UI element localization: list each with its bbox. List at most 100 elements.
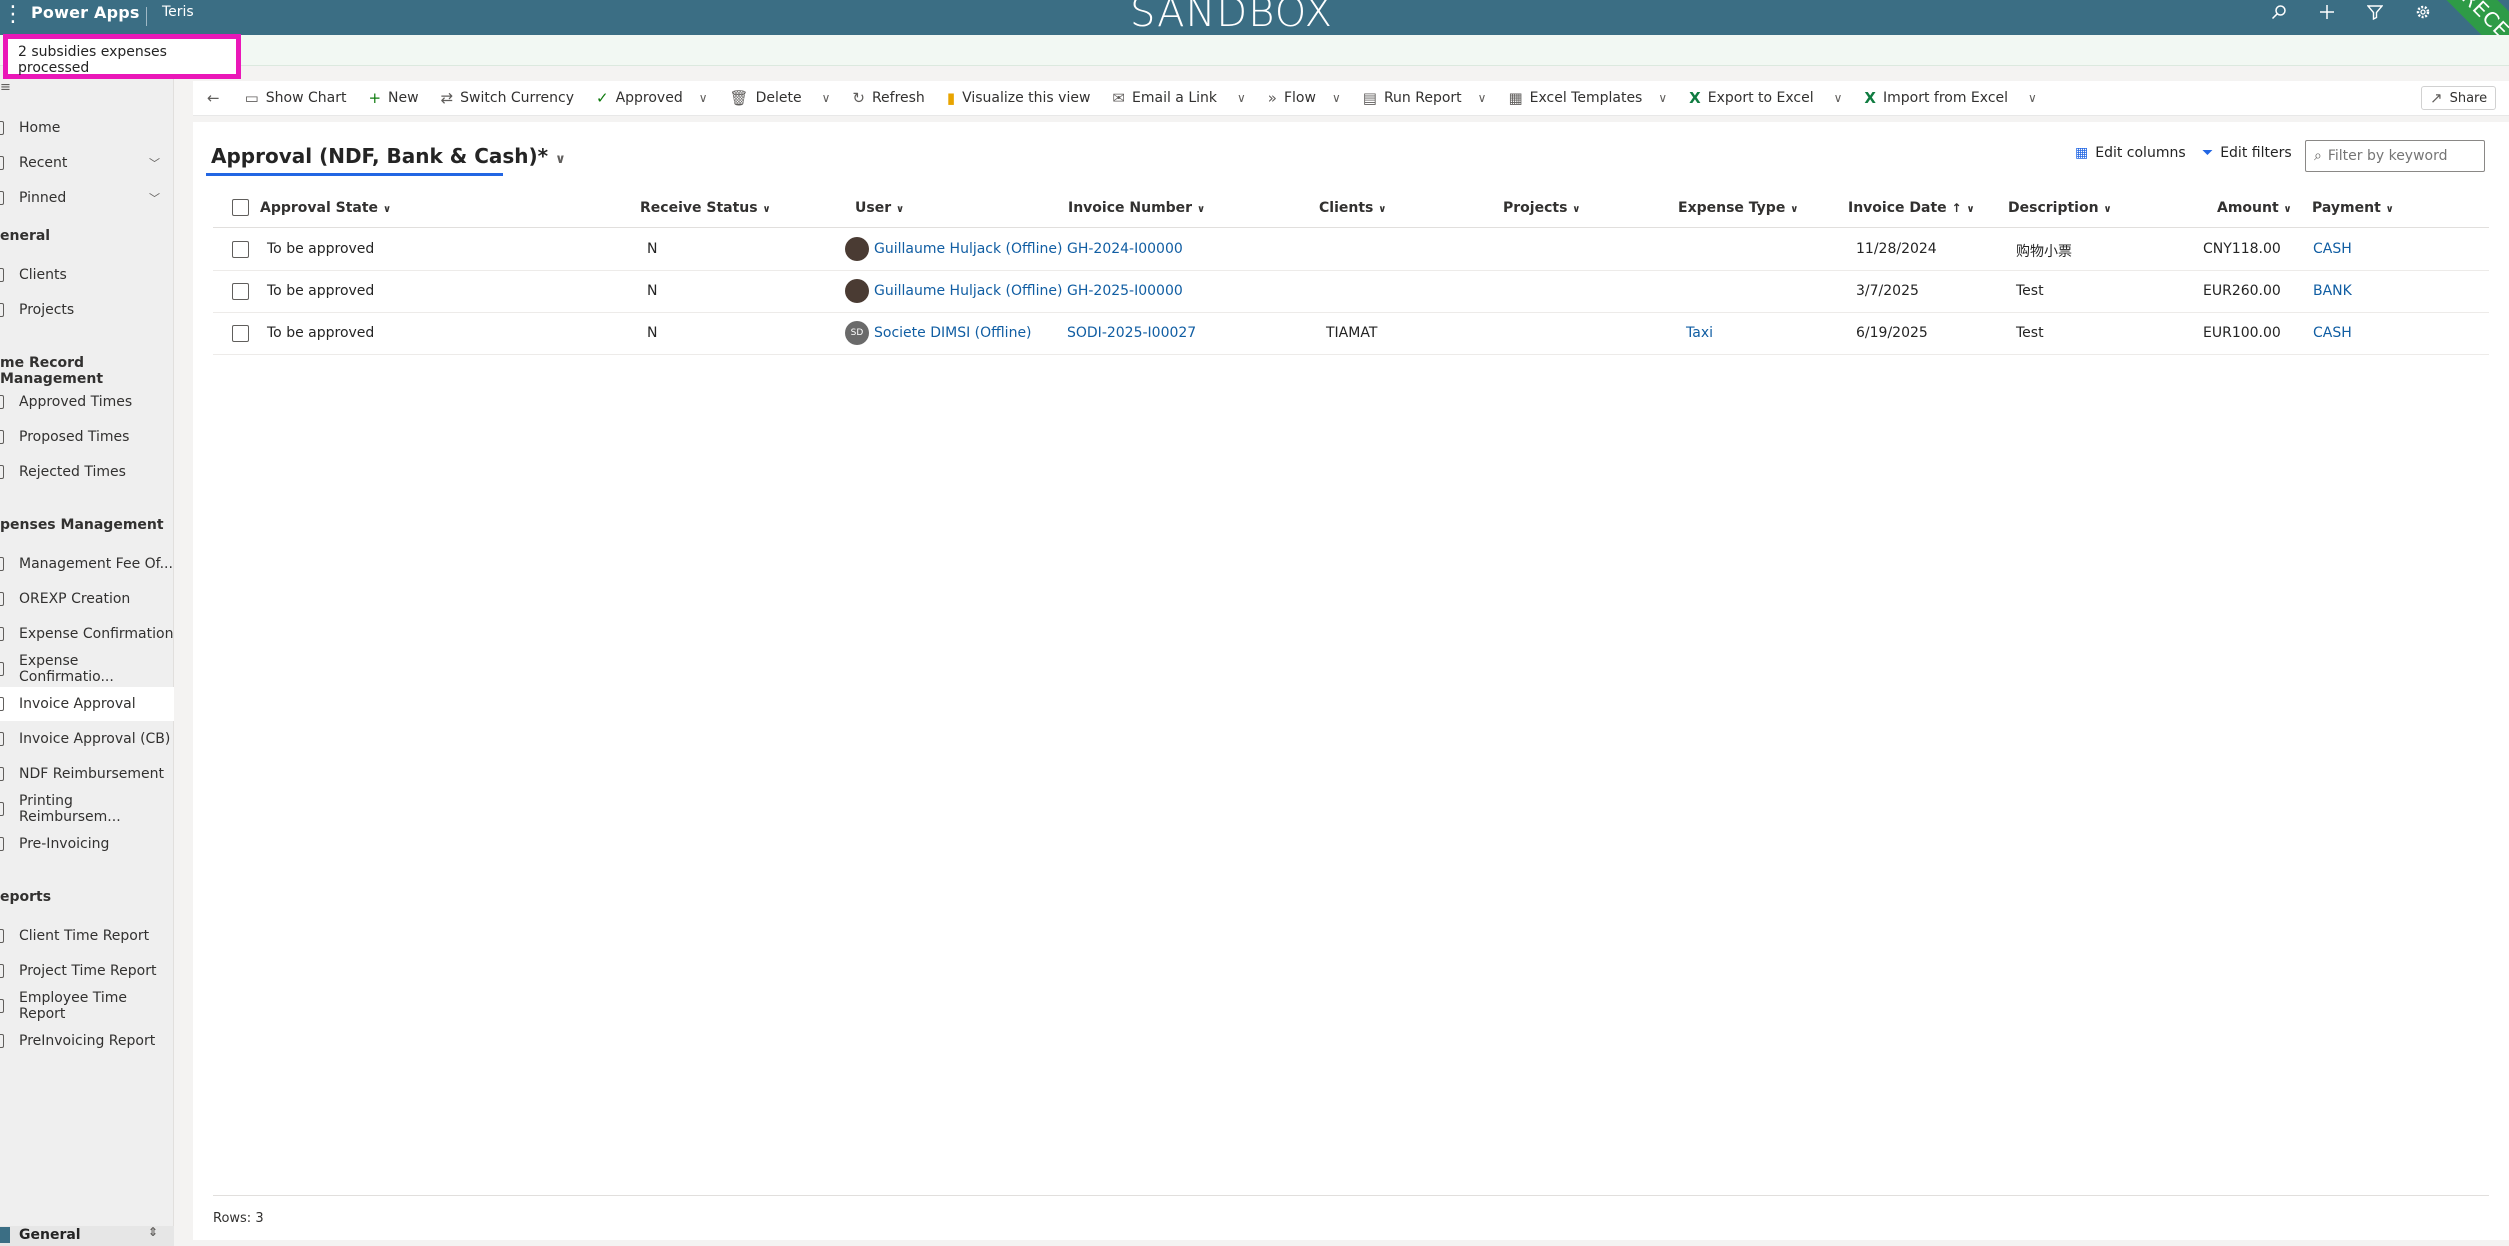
sidebar-item-employee-time-report[interactable]: Employee Time Report	[0, 989, 174, 1023]
cell-user-link[interactable]: Guillaume Huljack (Offline)	[874, 241, 1062, 257]
switch-currency-button[interactable]: ⇄ Switch Currency	[441, 81, 574, 116]
select-all-checkbox[interactable]	[232, 199, 249, 216]
hamburger-icon[interactable]: ≡	[0, 80, 11, 95]
area-switcher[interactable]: General ⇕	[0, 1225, 174, 1246]
row-checkbox[interactable]	[232, 241, 249, 258]
chevron-down-icon[interactable]: ∨	[1834, 91, 1843, 105]
delete-button[interactable]: 🗑 Delete ∨	[730, 81, 831, 116]
add-icon[interactable]	[2303, 0, 2351, 24]
chevron-down-icon[interactable]: ∨	[2028, 91, 2037, 105]
column-header-invoice-number[interactable]: Invoice Number ∨	[1068, 200, 1205, 216]
cell-expense-type-link[interactable]: Taxi	[1686, 325, 1713, 341]
sidebar-item-invoice-approval-cb[interactable]: Invoice Approval (CB)	[0, 722, 174, 756]
column-header-description[interactable]: Description ∨	[2008, 200, 2112, 216]
cell-payment-link[interactable]: CASH	[2313, 325, 2352, 341]
table-row[interactable]: To be approved N SD Societe DIMSI (Offli…	[213, 313, 2489, 355]
report-icon	[0, 999, 4, 1013]
keyword-input[interactable]	[2327, 148, 2478, 164]
sidebar-item-expense-confirmation-2[interactable]: Expense Confirmatio...	[0, 652, 174, 686]
edit-filters-button[interactable]: ⏷ Edit filters	[2202, 145, 2292, 161]
app-launcher-icon[interactable]: ⋮	[2, 2, 24, 27]
cell-invoice-number-link[interactable]: SODI-2025-I00027	[1067, 325, 1196, 341]
sidebar-item-pinned[interactable]: Pinned ﹀	[0, 181, 174, 215]
settings-icon[interactable]	[2399, 0, 2447, 24]
chevron-down-icon[interactable]: ∨	[699, 91, 708, 105]
cell-payment-link[interactable]: BANK	[2313, 283, 2352, 299]
row-checkbox[interactable]	[232, 283, 249, 300]
cell-invoice-number-link[interactable]: GH-2025-I00000	[1067, 283, 1183, 299]
sidebar-item-project-time-report[interactable]: Project Time Report	[0, 954, 174, 988]
sidebar-item-orexp-creation[interactable]: OREXP Creation	[0, 582, 174, 616]
chevron-down-icon[interactable]: ∨	[822, 91, 831, 105]
avatar: SD	[845, 321, 869, 345]
table-row[interactable]: To be approved N Guillaume Huljack (Offl…	[213, 229, 2489, 271]
entity-icon	[0, 592, 4, 606]
row-checkbox[interactable]	[232, 325, 249, 342]
column-header-clients[interactable]: Clients ∨	[1319, 200, 1386, 216]
chevron-down-icon[interactable]: ﹀	[149, 190, 160, 206]
sidebar-item-invoice-approval[interactable]: Invoice Approval	[0, 687, 174, 721]
cell-invoice-number-link[interactable]: GH-2024-I00000	[1067, 241, 1183, 257]
back-button[interactable]: ←	[207, 81, 227, 116]
view-selector[interactable]: Approval (NDF, Bank & Cash)* ∨	[211, 144, 566, 168]
column-header-payment[interactable]: Payment ∨	[2312, 200, 2394, 216]
sidebar-item-preinvoicing-report[interactable]: PreInvoicing Report	[0, 1024, 174, 1058]
sidebar-item-clients[interactable]: Clients	[0, 258, 174, 292]
edit-columns-button[interactable]: ▦ Edit columns	[2075, 145, 2186, 161]
chevron-down-icon[interactable]: ﹀	[149, 155, 160, 171]
keyword-filter[interactable]: ⌕	[2305, 140, 2485, 172]
flow-button[interactable]: » Flow ∨	[1268, 81, 1341, 116]
share-button[interactable]: ↗ Share	[2421, 86, 2497, 110]
import-excel-button[interactable]: X Import from Excel ∨	[1864, 81, 2036, 116]
cell-user-link[interactable]: Societe DIMSI (Offline)	[874, 325, 1032, 341]
pin-icon	[0, 191, 4, 205]
refresh-button[interactable]: ↻ Refresh	[852, 81, 924, 116]
sidebar-item-projects[interactable]: Projects	[0, 293, 174, 327]
visualize-button[interactable]: ▮ Visualize this view	[947, 81, 1091, 116]
chevron-down-icon[interactable]: ∨	[1658, 91, 1667, 105]
cell-payment-link[interactable]: CASH	[2313, 241, 2352, 257]
excel-templates-button[interactable]: ▦ Excel Templates ∨	[1508, 81, 1667, 116]
switch-icon: ⇄	[440, 89, 454, 107]
chevron-down-icon: ∨	[2103, 204, 2112, 215]
sidebar-item-management-fee[interactable]: Management Fee Of...	[0, 547, 174, 581]
run-report-button[interactable]: ▤ Run Report ∨	[1363, 81, 1487, 116]
search-icon[interactable]	[2255, 0, 2303, 24]
notification-message: 2 subsidies expenses processed	[3, 34, 241, 79]
sidebar-item-approved-times[interactable]: Approved Times	[0, 385, 174, 419]
show-chart-button[interactable]: ▭ Show Chart	[245, 81, 347, 116]
column-header-invoice-date[interactable]: Invoice Date ↑ ∨	[1848, 200, 1975, 216]
chevron-down-icon[interactable]: ∨	[1332, 91, 1341, 105]
table-row[interactable]: To be approved N Guillaume Huljack (Offl…	[213, 271, 2489, 313]
entity-icon	[0, 465, 4, 479]
export-excel-button[interactable]: X Export to Excel ∨	[1689, 81, 1842, 116]
column-header-approval-state[interactable]: Approval State ∨	[260, 200, 391, 216]
column-header-amount[interactable]: Amount ∨	[2217, 200, 2292, 216]
sidebar-item-printing-reimbursement[interactable]: Printing Reimbursem...	[0, 792, 174, 826]
plus-icon: +	[368, 89, 382, 107]
sidebar-item-rejected-times[interactable]: Rejected Times	[0, 455, 174, 489]
clock-icon	[0, 156, 4, 170]
cell-user-link[interactable]: Guillaume Huljack (Offline)	[874, 283, 1062, 299]
new-button[interactable]: + New	[368, 81, 418, 116]
column-header-expense-type[interactable]: Expense Type ∨	[1678, 200, 1798, 216]
email-link-button[interactable]: ✉ Email a Link ∨	[1112, 81, 1245, 116]
environment-name[interactable]: Teris	[162, 4, 194, 20]
chevron-down-icon: ∨	[1790, 204, 1799, 215]
approved-button[interactable]: ✓ Approved ∨	[596, 81, 708, 116]
sidebar-item-expense-confirmation[interactable]: Expense Confirmation	[0, 617, 174, 651]
sidebar-item-recent[interactable]: Recent ﹀	[0, 146, 174, 180]
column-header-projects[interactable]: Projects ∨	[1503, 200, 1580, 216]
sidebar-item-home[interactable]: Home	[0, 111, 174, 145]
column-header-user[interactable]: User ∨	[855, 200, 904, 216]
sidebar-item-proposed-times[interactable]: Proposed Times	[0, 420, 174, 454]
sidebar-item-pre-invoicing[interactable]: Pre-Invoicing	[0, 827, 174, 861]
filter-icon[interactable]	[2351, 0, 2399, 24]
cell-amount: CNY118.00	[2203, 241, 2281, 257]
app-name[interactable]: Power Apps	[31, 3, 140, 22]
sidebar-item-client-time-report[interactable]: Client Time Report	[0, 919, 174, 953]
column-header-receive-status[interactable]: Receive Status ∨	[640, 200, 771, 216]
chevron-down-icon[interactable]: ∨	[1478, 91, 1487, 105]
chevron-down-icon[interactable]: ∨	[1237, 91, 1246, 105]
sidebar-item-ndf-reimbursement[interactable]: NDF Reimbursement	[0, 757, 174, 791]
